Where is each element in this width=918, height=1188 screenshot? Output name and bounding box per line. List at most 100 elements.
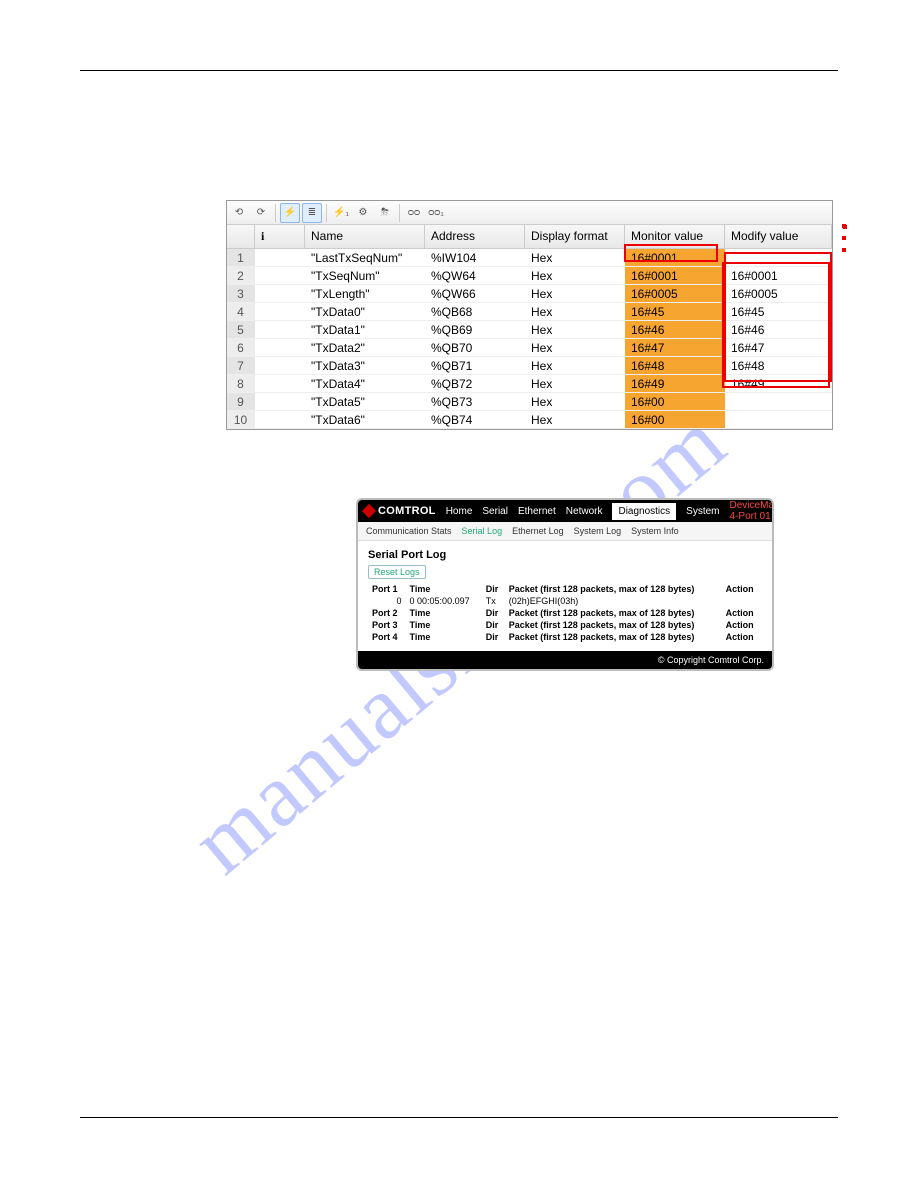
row-name[interactable]: "TxSeqNum" [305, 267, 425, 284]
lightning-icon[interactable]: ⚙ [353, 203, 373, 223]
row-modify[interactable]: 16#49 [725, 375, 832, 392]
subnav-serial-log[interactable]: Serial Log [462, 526, 503, 536]
row-address[interactable]: %IW104 [425, 249, 525, 266]
row-i [255, 393, 305, 410]
column-i[interactable]: i [255, 225, 305, 248]
row-display[interactable]: Hex [525, 375, 625, 392]
bolt-icon[interactable]: ⚡₁ [331, 203, 351, 223]
row-display[interactable]: Hex [525, 393, 625, 410]
nav-system[interactable]: System [686, 506, 719, 517]
row-modify[interactable]: 16#0001 [725, 267, 832, 284]
gear-icon[interactable]: ⛈ [375, 203, 395, 223]
column-display-format[interactable]: Display format [525, 225, 625, 248]
row-number: 3 [227, 285, 255, 302]
web-interface-panel: COMTROL Home Serial Ethernet Network Dia… [356, 498, 774, 671]
flash-icon[interactable]: ⚡ [280, 203, 300, 223]
row-modify[interactable]: 16#45 [725, 303, 832, 320]
subnav-sys-info[interactable]: System Info [631, 526, 679, 536]
row-name[interactable]: "TxData0" [305, 303, 425, 320]
row-display[interactable]: Hex [525, 303, 625, 320]
row-i [255, 321, 305, 338]
log-port[interactable]: Port 2 [368, 607, 406, 619]
row-name[interactable]: "TxData6" [305, 411, 425, 428]
row-name[interactable]: "TxData4" [305, 375, 425, 392]
column-name[interactable]: Name [305, 225, 425, 248]
subnav-comm[interactable]: Communication Stats [366, 526, 452, 536]
subnav-sys-log[interactable]: System Log [574, 526, 622, 536]
row-display[interactable]: Hex [525, 357, 625, 374]
row-display[interactable]: Hex [525, 285, 625, 302]
nav-home[interactable]: Home [446, 506, 473, 517]
subnav-eth-log[interactable]: Ethernet Log [512, 526, 564, 536]
nav-ethernet[interactable]: Ethernet [518, 506, 556, 517]
column-modify-value[interactable]: Modify value [725, 225, 832, 248]
row-number: 2 [227, 267, 255, 284]
row-name[interactable]: "TxData2" [305, 339, 425, 356]
page-border-bottom [80, 1117, 838, 1118]
row-modify[interactable] [725, 411, 832, 428]
row-name[interactable]: "TxLength" [305, 285, 425, 302]
row-name[interactable]: "TxData5" [305, 393, 425, 410]
row-address[interactable]: %QW66 [425, 285, 525, 302]
nav-serial[interactable]: Serial [482, 506, 508, 517]
row-address[interactable]: %QB72 [425, 375, 525, 392]
row-i [255, 357, 305, 374]
log-port[interactable]: Port 4 [368, 631, 406, 643]
log-time: Time [406, 607, 482, 619]
log-packet-h: Packet (first 128 packets, max of 128 by… [505, 583, 722, 595]
log-port[interactable]: Port 3 [368, 619, 406, 631]
table-row: 10"TxData6"%QB74Hex16#00 [227, 411, 832, 429]
watch-toolbar: ⟲ ⟳ ⚡ ≣ ⚡₁ ⚙ ⛈ ᴑᴑ ᴑᴑ₁ [227, 201, 832, 225]
log-dir-h: Dir [482, 583, 505, 595]
row-display[interactable]: Hex [525, 249, 625, 266]
toolbar-separator [275, 204, 276, 222]
watch-table-panel: ⟲ ⟳ ⚡ ≣ ⚡₁ ⚙ ⛈ ᴑᴑ ᴑᴑ₁ i Name Address Dis… [226, 200, 833, 430]
row-address[interactable]: %QB68 [425, 303, 525, 320]
nav-device[interactable]: DeviceMaster 4-Port 01 [730, 500, 774, 522]
row-display[interactable]: Hex [525, 339, 625, 356]
log-packet: Packet (first 128 packets, max of 128 by… [505, 607, 722, 619]
log-port[interactable]: Port 1 [368, 583, 406, 595]
row-i [255, 267, 305, 284]
glasses-icon[interactable]: ᴑᴑ [404, 203, 424, 223]
row-address[interactable]: %QW64 [425, 267, 525, 284]
column-monitor-value[interactable]: Monitor value [625, 225, 725, 248]
row-modify[interactable]: 16#0005 [725, 285, 832, 302]
list-icon[interactable]: ≣ [302, 203, 322, 223]
watch-rows: 1"LastTxSeqNum"%IW104Hex16#00012"TxSeqNu… [227, 249, 832, 429]
web-topbar: COMTROL Home Serial Ethernet Network Dia… [358, 500, 772, 522]
log-dir: Tx [482, 595, 505, 607]
glasses-alt-icon[interactable]: ᴑᴑ₁ [426, 203, 446, 223]
serial-log-table: Port 1TimeDirPacket (first 128 packets, … [368, 583, 762, 643]
row-modify[interactable] [725, 249, 832, 266]
row-modify[interactable]: 16#46 [725, 321, 832, 338]
log-dir: Dir [482, 619, 505, 631]
row-display[interactable]: Hex [525, 267, 625, 284]
row-name[interactable]: "LastTxSeqNum" [305, 249, 425, 266]
row-modify[interactable]: 16#47 [725, 339, 832, 356]
reset-logs-button[interactable]: Reset Logs [368, 565, 426, 579]
nav-network[interactable]: Network [566, 506, 603, 517]
row-number: 6 [227, 339, 255, 356]
highlight-box-row1-monitor [842, 236, 846, 240]
refresh-alt-icon[interactable]: ⟳ [251, 203, 271, 223]
row-address[interactable]: %QB74 [425, 411, 525, 428]
row-number: 8 [227, 375, 255, 392]
row-modify[interactable] [725, 393, 832, 410]
web-panel-body: Serial Port Log Reset Logs Port 1TimeDir… [358, 541, 772, 651]
row-address[interactable]: %QB69 [425, 321, 525, 338]
log-time: Time [406, 619, 482, 631]
nav-diagnostics[interactable]: Diagnostics [612, 503, 676, 520]
row-address[interactable]: %QB73 [425, 393, 525, 410]
row-name[interactable]: "TxData1" [305, 321, 425, 338]
row-name[interactable]: "TxData3" [305, 357, 425, 374]
refresh-icon[interactable]: ⟲ [229, 203, 249, 223]
column-address[interactable]: Address [425, 225, 525, 248]
row-address[interactable]: %QB71 [425, 357, 525, 374]
row-display[interactable]: Hex [525, 321, 625, 338]
row-modify[interactable]: 16#48 [725, 357, 832, 374]
log-action: Action [722, 631, 762, 643]
row-monitor: 16#45 [625, 303, 725, 320]
row-address[interactable]: %QB70 [425, 339, 525, 356]
row-display[interactable]: Hex [525, 411, 625, 428]
